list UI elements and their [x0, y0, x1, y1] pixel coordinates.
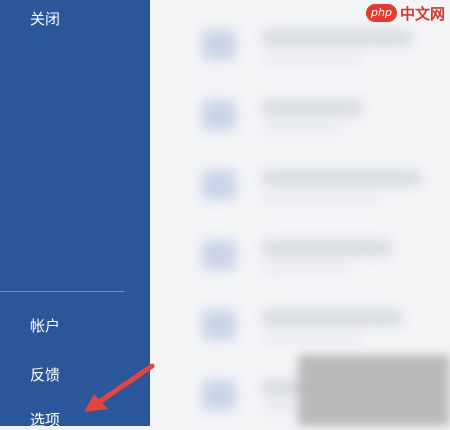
document-row[interactable] [150, 146, 450, 216]
sidebar-item-feedback[interactable]: 反馈 [30, 365, 60, 385]
document-icon [202, 100, 236, 130]
document-title-placeholder [262, 100, 362, 116]
document-row[interactable] [150, 216, 450, 286]
document-path-placeholder [262, 264, 352, 272]
document-title-placeholder [262, 310, 402, 326]
document-title-placeholder [262, 30, 412, 46]
document-icon [202, 310, 236, 340]
document-title-placeholder [262, 170, 422, 186]
sidebar-item-options[interactable]: 选项 [30, 410, 60, 430]
site-watermark: php 中文网 [366, 2, 445, 24]
document-row[interactable] [150, 286, 450, 356]
document-icon [202, 30, 236, 60]
document-path-placeholder [262, 334, 362, 342]
document-row[interactable] [150, 76, 450, 146]
blurred-panel [298, 355, 450, 426]
document-icon [202, 170, 236, 200]
document-title-placeholder [262, 240, 392, 256]
document-path-placeholder [262, 124, 342, 132]
watermark-text: 中文网 [399, 4, 445, 23]
document-path-placeholder [262, 194, 382, 202]
annotation-arrow-icon [84, 363, 155, 412]
sidebar-divider [0, 291, 124, 292]
sidebar-item-account[interactable]: 帐户 [30, 316, 60, 336]
document-icon [202, 240, 236, 270]
document-icon [202, 380, 236, 410]
watermark-logo: php [366, 4, 397, 22]
document-path-placeholder [262, 54, 362, 62]
sidebar-item-close[interactable]: 关闭 [30, 9, 60, 29]
